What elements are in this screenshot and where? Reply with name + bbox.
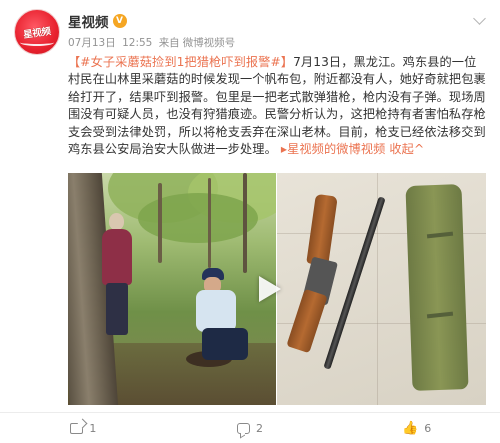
source-prefix: 来自 [158, 37, 180, 49]
comment-count: 2 [256, 421, 263, 435]
video-link-label: 星视频的微博视频 [287, 142, 386, 157]
share-count: 1 [89, 421, 97, 435]
video-thumbnail[interactable] [68, 173, 276, 405]
topic-tag-link[interactable]: 【#女子采蘑菇捡到1把猎枪吓到报警#】 [68, 55, 293, 69]
collapse-label: 收起 [389, 142, 414, 157]
avatar[interactable]: 星视频 [14, 9, 60, 55]
comment-icon [237, 422, 250, 434]
post-body: 7月13日，黑龙江。鸡东县的一位村民在山林里采蘑菇的时候发现一个帆布包，附近都没… [68, 55, 486, 157]
thumbs-up-icon: 👍 [402, 420, 419, 436]
comment-button[interactable]: 2 [167, 422, 334, 435]
post-date[interactable]: 07月13日 [68, 37, 116, 49]
media-container [68, 173, 486, 405]
video-link[interactable]: ▸星视频的微博视频 [281, 142, 390, 156]
post-meta: 07月13日 12:55 来自 微博视频号 [68, 35, 238, 50]
woman-figure [96, 213, 138, 343]
collapse-chevron-icon: ^ [413, 142, 425, 157]
source-name[interactable]: 微博视频号 [183, 37, 236, 49]
avatar-swoosh-icon [20, 39, 54, 46]
collapse-link[interactable]: 收起^ [389, 142, 424, 156]
officer-figure [188, 268, 258, 368]
post-time: 12:55 [122, 37, 153, 49]
chevron-down-icon[interactable] [473, 12, 486, 25]
share-button[interactable]: 1 [0, 422, 167, 435]
share-icon [70, 422, 84, 434]
post-text: 【#女子采蘑菇捡到1把猎枪吓到报警#】7月13日，黑龙江。鸡东县的一位村民在山林… [68, 54, 486, 158]
like-button[interactable]: 👍 6 [333, 422, 500, 435]
like-count: 6 [424, 421, 432, 435]
gun-photo[interactable] [277, 173, 486, 405]
author-name[interactable]: 星视频 [68, 11, 109, 31]
post-actions: 1 2 👍 6 [0, 413, 500, 443]
play-icon[interactable] [259, 276, 281, 302]
verified-badge-icon: V [112, 14, 127, 28]
author-row: 星视频 V [68, 11, 127, 31]
